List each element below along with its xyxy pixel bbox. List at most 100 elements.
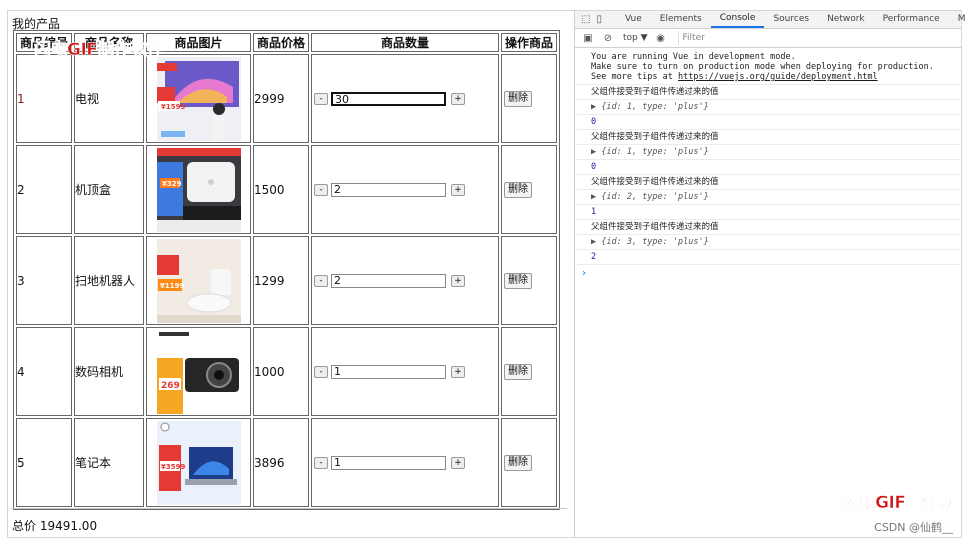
tab-sources[interactable]: Sources — [764, 11, 818, 28]
console-object[interactable]: ▶ {id: 3, type: 'plus'} — [575, 235, 961, 250]
watermark-prefix: 闪电 — [842, 493, 876, 514]
camera-image: 269 — [156, 329, 241, 414]
product-price: 1299 — [253, 236, 309, 325]
operation-cell: 删除 — [501, 54, 557, 143]
quantity-input[interactable]: 30 — [331, 91, 446, 106]
context-selector[interactable]: top ▼ — [623, 33, 648, 43]
console-object-text: {id: 1, type: 'plus'} — [601, 147, 709, 157]
increase-button[interactable]: + — [451, 365, 465, 378]
console-text: See more tips at — [591, 72, 678, 82]
quantity-input[interactable]: 1 — [331, 364, 446, 379]
watermark-bottom: 闪电GIF制作软 — [842, 488, 956, 514]
console-toolbar: ▣ ⊘ top ▼ ◉ Filter — [575, 29, 961, 48]
product-name: 电视 — [74, 54, 144, 143]
tab-console[interactable]: Console — [710, 11, 765, 28]
decrease-button[interactable]: - — [314, 456, 328, 469]
product-image-cell: ¥1599 — [146, 54, 251, 143]
console-object[interactable]: ▶ {id: 1, type: 'plus'} — [575, 145, 961, 160]
table-row: 2 机顶盒 ¥329 1500 - 2 + 删除 — [16, 145, 557, 234]
price-tag-text: ¥329 — [162, 180, 182, 188]
quantity-input[interactable]: 2 — [331, 182, 446, 197]
product-id: 3 — [16, 236, 72, 325]
watermark-suffix: 制作软件 — [97, 40, 164, 61]
product-price: 1000 — [253, 327, 309, 416]
product-price: 3896 — [253, 418, 309, 507]
decrease-button[interactable]: - — [314, 183, 328, 196]
product-image-cell: ¥1199 — [146, 236, 251, 325]
delete-button[interactable]: 删除 — [504, 272, 532, 289]
price-tag-text: ¥1199 — [160, 282, 184, 290]
decrease-button[interactable]: - — [314, 365, 328, 378]
quantity-cell: - 2 + — [311, 145, 499, 234]
quantity-input[interactable]: 2 — [331, 273, 446, 288]
deployment-link[interactable]: https://vuejs.org/guide/deployment.html — [678, 72, 878, 82]
console-line: You are running Vue in development mode.… — [575, 48, 961, 85]
devtools-panel: ⬚ ▯ Vue Elements Console Sources Network… — [574, 11, 965, 537]
product-price: 2999 — [253, 54, 309, 143]
delete-button[interactable]: 删除 — [504, 454, 532, 471]
operation-cell: 删除 — [501, 145, 557, 234]
console-value: 0 — [575, 115, 961, 130]
header-quantity: 商品数量 — [311, 33, 499, 52]
increase-button[interactable]: + — [451, 92, 465, 105]
product-image-cell: ¥329 — [146, 145, 251, 234]
increase-button[interactable]: + — [451, 274, 465, 287]
watermark-mid: GIF — [875, 493, 907, 514]
watermark-mid: GIF — [67, 40, 99, 61]
watermark-top: 闪电GIF制作软件 — [34, 35, 165, 61]
delete-button[interactable]: 删除 — [504, 90, 532, 107]
product-name: 扫地机器人 — [74, 236, 144, 325]
inspect-icon[interactable]: ⬚ — [581, 14, 590, 26]
product-price: 1500 — [253, 145, 309, 234]
increase-button[interactable]: + — [451, 183, 465, 196]
product-name: 数码相机 — [74, 327, 144, 416]
eye-icon[interactable]: ◉ — [654, 32, 668, 44]
product-image-cell: ¥3599 — [146, 418, 251, 507]
console-object-text: {id: 1, type: 'plus'} — [601, 102, 709, 112]
quantity-input[interactable]: 1 — [331, 455, 446, 470]
operation-cell: 删除 — [501, 236, 557, 325]
header-operation: 操作商品 — [501, 33, 557, 52]
price-tag-text: ¥1599 — [161, 103, 185, 111]
product-image-cell: 269 — [146, 327, 251, 416]
tab-network[interactable]: Network — [818, 11, 874, 28]
tab-more[interactable]: M — [949, 11, 969, 28]
tab-vue[interactable]: Vue — [616, 11, 651, 28]
console-text: You are running Vue in development mode. — [591, 52, 796, 62]
product-name: 笔记本 — [74, 418, 144, 507]
delete-button[interactable]: 删除 — [504, 181, 532, 198]
header-price: 商品价格 — [253, 33, 309, 52]
device-toggle-icon[interactable]: ▯ — [596, 14, 602, 26]
tv-image: ¥1599 — [156, 56, 241, 141]
console-value: 0 — [575, 160, 961, 175]
table-row: 4 数码相机 269 1000 - 1 + 删除 — [16, 327, 557, 416]
table-row: 1 电视 ¥1599 2999 - 30 + 删除 — [16, 54, 557, 143]
tab-performance[interactable]: Performance — [874, 11, 949, 28]
decrease-button[interactable]: - — [314, 92, 328, 105]
console-object[interactable]: ▶ {id: 1, type: 'plus'} — [575, 100, 961, 115]
clear-console-icon[interactable]: ⊘ — [601, 32, 615, 44]
console-value: 1 — [575, 205, 961, 220]
total-price: 总价 19491.00 — [12, 519, 98, 533]
laptop-image: ¥3599 — [156, 420, 241, 505]
increase-button[interactable]: + — [451, 456, 465, 469]
delete-button[interactable]: 删除 — [504, 363, 532, 380]
console-value: 2 — [575, 250, 961, 265]
console-prompt[interactable]: › — [575, 265, 961, 279]
product-id: 2 — [16, 145, 72, 234]
sidebar-toggle-icon[interactable]: ▣ — [581, 32, 595, 44]
console-line: 父组件接受到子组件传递过来的值 — [575, 130, 961, 145]
robot-vacuum-image: ¥1199 — [156, 238, 241, 323]
product-table: 商品编号 商品名称 商品图片 商品价格 商品数量 操作商品 1 电视 ¥1599… — [13, 30, 560, 510]
filter-input[interactable]: Filter — [677, 31, 961, 45]
watermark-prefix: 闪电 — [34, 40, 68, 61]
tab-elements[interactable]: Elements — [651, 11, 711, 28]
quantity-cell: - 1 + — [311, 418, 499, 507]
console-object[interactable]: ▶ {id: 2, type: 'plus'} — [575, 190, 961, 205]
table-row: 3 扫地机器人 ¥1199 1299 - 2 + 删除 — [16, 236, 557, 325]
quantity-cell: - 30 + — [311, 54, 499, 143]
devtools-tabbar: ⬚ ▯ Vue Elements Console Sources Network… — [575, 11, 965, 29]
divider — [11, 508, 567, 509]
decrease-button[interactable]: - — [314, 274, 328, 287]
watermark-suffix: 制作软 — [905, 493, 956, 514]
